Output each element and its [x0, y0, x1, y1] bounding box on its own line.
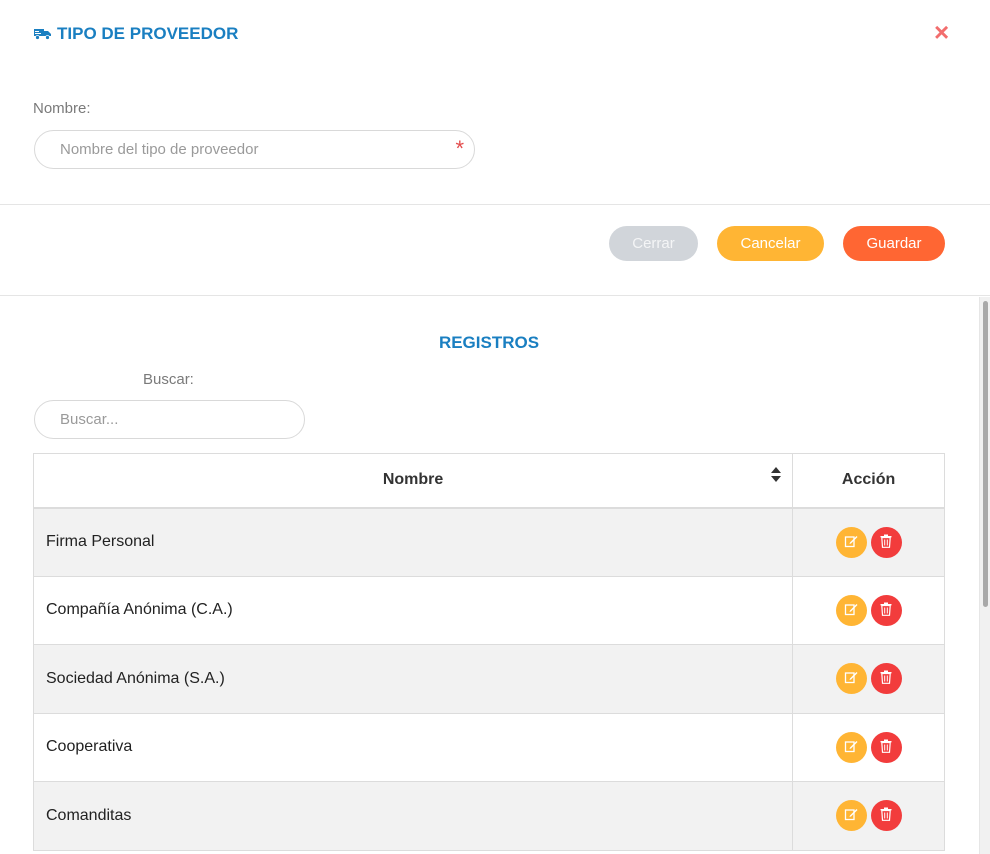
- trash-icon: [880, 602, 892, 619]
- records-panel: REGISTROS Buscar: Nombre Acción Firma Pe…: [0, 297, 978, 854]
- scrollbar[interactable]: [979, 297, 990, 854]
- row-action-cell: [792, 575, 945, 645]
- edit-icon: [844, 534, 858, 551]
- name-field-wrapper: *: [34, 130, 475, 169]
- table-header-row: Nombre Acción: [32, 453, 945, 509]
- delete-button[interactable]: [870, 526, 902, 558]
- search-input[interactable]: [34, 400, 305, 439]
- edit-icon: [844, 739, 858, 756]
- trash-icon: [880, 670, 892, 687]
- search-label: Buscar:: [143, 371, 194, 388]
- scrollbar-thumb[interactable]: [983, 301, 988, 607]
- table-row: Compañía Anónima (C.A.): [32, 575, 945, 645]
- edit-icon: [844, 602, 858, 619]
- row-action-cell: [792, 781, 945, 851]
- table-row: Firma Personal: [32, 507, 945, 577]
- row-name-cell: Compañía Anónima (C.A.): [32, 575, 794, 645]
- records-title: REGISTROS: [438, 333, 540, 352]
- row-name-cell: Firma Personal: [32, 507, 794, 577]
- table-body: Firma Personal Compañía Anónima (C.A.) Soc…: [32, 507, 945, 851]
- required-asterisk: *: [455, 136, 464, 161]
- truck-icon: [34, 28, 51, 40]
- cancel-button[interactable]: Cancelar: [717, 226, 824, 261]
- row-action-cell: [792, 507, 945, 577]
- trash-icon: [880, 739, 892, 756]
- column-header-action: Acción: [792, 453, 945, 509]
- modal-footer: Cerrar Cancelar Guardar: [0, 206, 990, 296]
- delete-button[interactable]: [870, 594, 902, 626]
- close-icon[interactable]: ×: [934, 18, 949, 46]
- column-header-name[interactable]: Nombre: [32, 453, 794, 509]
- save-button[interactable]: Guardar: [843, 226, 945, 261]
- modal-title: TIPO DE PROVEEDOR: [34, 24, 238, 44]
- modal-header: TIPO DE PROVEEDOR × Nombre: *: [0, 0, 990, 205]
- edit-button[interactable]: [835, 594, 867, 626]
- records-table: Nombre Acción Firma Personal Compañía Anó…: [32, 453, 945, 851]
- table-row: Sociedad Anónima (S.A.): [32, 644, 945, 714]
- row-name-cell: Cooperativa: [32, 712, 794, 782]
- name-field[interactable]: [34, 130, 475, 169]
- row-action-cell: [792, 644, 945, 714]
- column-header-name-label: Nombre: [382, 471, 444, 489]
- delete-button[interactable]: [870, 663, 902, 695]
- edit-button[interactable]: [835, 800, 867, 832]
- edit-button[interactable]: [835, 731, 867, 763]
- trash-icon: [880, 807, 892, 824]
- name-field-label: Nombre:: [33, 100, 91, 117]
- row-name-cell: Comanditas: [32, 781, 794, 851]
- table-row: Cooperativa: [32, 712, 945, 782]
- delete-button[interactable]: [870, 731, 902, 763]
- trash-icon: [880, 534, 892, 551]
- sort-icon[interactable]: [771, 467, 782, 487]
- edit-icon: [844, 807, 858, 824]
- close-button[interactable]: Cerrar: [609, 226, 698, 261]
- row-name-cell: Sociedad Anónima (S.A.): [32, 644, 794, 714]
- edit-icon: [844, 670, 858, 687]
- edit-button[interactable]: [835, 663, 867, 695]
- row-action-cell: [792, 712, 945, 782]
- edit-button[interactable]: [835, 526, 867, 558]
- delete-button[interactable]: [870, 800, 902, 832]
- table-row: Comanditas: [32, 781, 945, 851]
- modal-title-text: TIPO DE PROVEEDOR: [57, 24, 239, 43]
